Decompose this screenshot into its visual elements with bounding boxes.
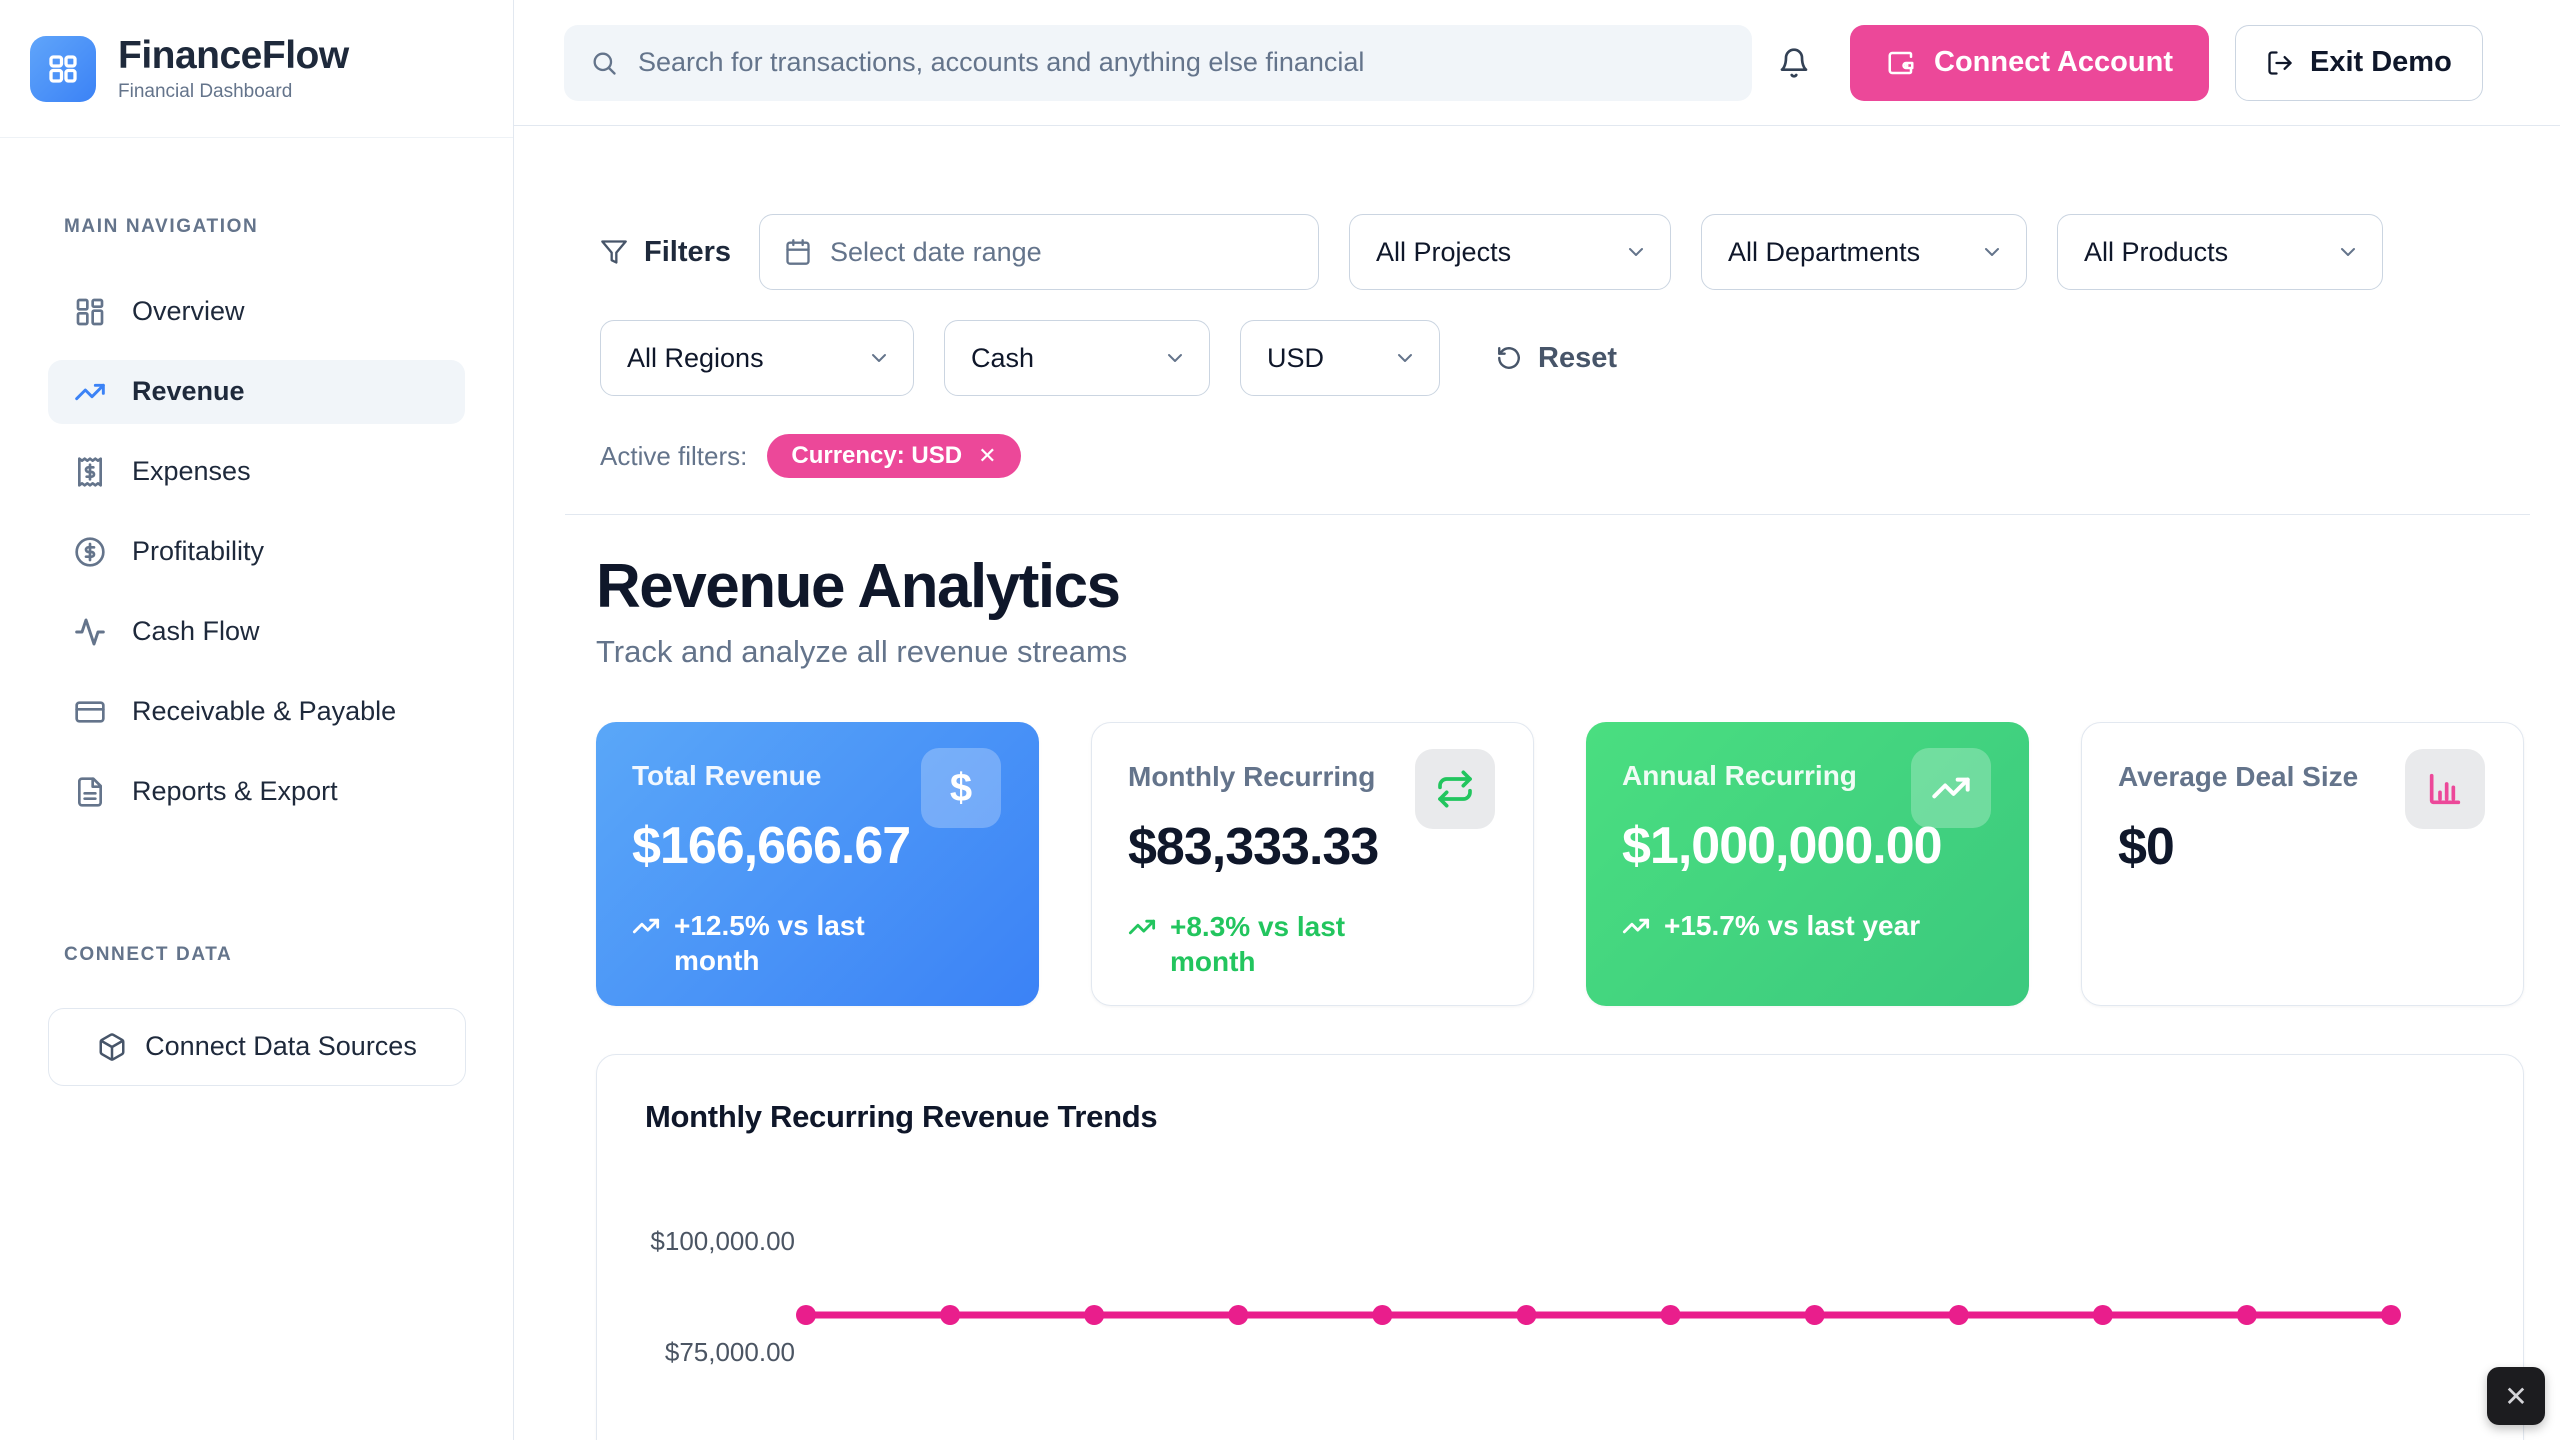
sidebar-item-overview[interactable]: Overview [48, 280, 465, 344]
page-subtitle: Track and analyze all revenue streams [596, 634, 2524, 670]
average-deal-size-card: Average Deal Size $0 [2081, 722, 2524, 1006]
main-content: Filters All Projects All Depar [514, 126, 2560, 1440]
metric-cards: Total Revenue $166,666.67 +12.5% vs last… [596, 722, 2524, 1006]
trending-up-icon [1911, 748, 1991, 828]
dashboard-grid-icon [74, 296, 106, 328]
sidebar-item-revenue[interactable]: Revenue [48, 360, 465, 424]
sidebar-item-label: Cash Flow [132, 616, 260, 647]
connect-data-section-label: CONNECT DATA [48, 944, 465, 966]
monthly-recurring-card: Monthly Recurring $83,333.33 +8.3% vs la… [1091, 722, 1534, 1006]
wallet-icon [1886, 48, 1916, 78]
close-overlay-button[interactable]: ✕ [2487, 1367, 2545, 1425]
close-icon: ✕ [2504, 1380, 2527, 1413]
sidebar-item-receivable-payable[interactable]: Receivable & Payable [48, 680, 465, 744]
bar-chart-icon [2405, 749, 2485, 829]
sidebar-nav: MAIN NAVIGATION Overview Revenu [0, 138, 513, 1086]
mrr-trends-chart-card: Monthly Recurring Revenue Trends $100,00… [596, 1054, 2524, 1440]
accounting-basis-select[interactable]: Cash [944, 320, 1210, 396]
bell-icon [1778, 47, 1810, 79]
currency-filter-chip[interactable]: Currency: USD ✕ [767, 434, 1020, 478]
search-input[interactable] [638, 47, 1726, 78]
chevron-down-icon [1980, 240, 2004, 264]
exit-demo-label: Exit Demo [2310, 46, 2452, 79]
brand-header: FinanceFlow Financial Dashboard [0, 0, 513, 138]
sidebar-item-cash-flow[interactable]: Cash Flow [48, 600, 465, 664]
connect-account-label: Connect Account [1934, 46, 2173, 79]
notifications-button[interactable] [1778, 47, 1810, 79]
card-delta: +15.7% vs last year [1622, 908, 1993, 943]
exit-demo-button[interactable]: Exit Demo [2235, 25, 2483, 101]
receipt-icon [74, 456, 106, 488]
chevron-down-icon [1393, 346, 1417, 370]
credit-card-icon [74, 696, 106, 728]
sidebar-item-label: Revenue [132, 376, 245, 407]
projects-select[interactable]: All Projects [1349, 214, 1671, 290]
repeat-icon [1415, 749, 1495, 829]
annual-recurring-card: Annual Recurring $1,000,000.00 +15.7% vs… [1586, 722, 2029, 1006]
connect-data-sources-button[interactable]: Connect Data Sources [48, 1008, 466, 1086]
dollar-icon: $ [921, 748, 1001, 828]
sidebar-item-label: Profitability [132, 536, 264, 567]
active-filters-label: Active filters: [600, 441, 747, 472]
chevron-down-icon [1163, 346, 1187, 370]
card-delta: +8.3% vs last month [1128, 909, 1408, 979]
departments-select[interactable]: All Departments [1701, 214, 2027, 290]
sidebar: FinanceFlow Financial Dashboard MAIN NAV… [0, 0, 514, 1440]
trending-up-icon [632, 912, 660, 940]
global-search[interactable] [564, 25, 1752, 101]
app-logo [30, 36, 96, 102]
sidebar-item-expenses[interactable]: Expenses [48, 440, 465, 504]
filter-funnel-icon [600, 238, 628, 266]
search-icon [590, 49, 618, 77]
activity-icon [74, 616, 106, 648]
chip-close-icon[interactable]: ✕ [978, 443, 996, 469]
chevron-down-icon [2336, 240, 2360, 264]
trending-up-icon [1622, 912, 1650, 940]
filters-section: Filters All Projects All Depar [565, 126, 2530, 515]
chevron-down-icon [867, 346, 891, 370]
dollar-circle-icon [74, 536, 106, 568]
log-out-icon [2266, 49, 2294, 77]
mrr-line-chart [645, 1163, 2477, 1440]
filters-label: Filters [600, 236, 731, 269]
date-range-input[interactable] [759, 214, 1319, 290]
products-select[interactable]: All Products [2057, 214, 2383, 290]
sidebar-item-profitability[interactable]: Profitability [48, 520, 465, 584]
sidebar-item-label: Receivable & Payable [132, 696, 396, 727]
package-box-icon [97, 1032, 127, 1062]
card-delta: +12.5% vs last month [632, 908, 912, 978]
file-text-icon [74, 776, 106, 808]
date-range-field[interactable] [830, 237, 1294, 268]
dashboard-logo-icon [45, 51, 81, 87]
chevron-down-icon [1624, 240, 1648, 264]
top-bar: Connect Account Exit Demo [514, 0, 2560, 126]
currency-select[interactable]: USD [1240, 320, 1440, 396]
nav-section-label: MAIN NAVIGATION [48, 216, 465, 238]
trending-up-icon [74, 376, 106, 408]
trending-up-icon [1128, 913, 1156, 941]
rotate-ccw-icon [1496, 345, 1522, 371]
sidebar-item-reports-export[interactable]: Reports & Export [48, 760, 465, 824]
connect-account-button[interactable]: Connect Account [1850, 25, 2209, 101]
calendar-icon [784, 238, 812, 266]
sidebar-item-label: Overview [132, 296, 245, 327]
app-root: FinanceFlow Financial Dashboard MAIN NAV… [0, 0, 2560, 1440]
sidebar-item-label: Expenses [132, 456, 251, 487]
page-header: Revenue Analytics Track and analyze all … [596, 551, 2524, 670]
reset-filters-button[interactable]: Reset [1496, 342, 1617, 375]
app-subtitle: Financial Dashboard [118, 81, 349, 103]
sidebar-item-label: Reports & Export [132, 776, 338, 807]
regions-select[interactable]: All Regions [600, 320, 914, 396]
total-revenue-card: Total Revenue $166,666.67 +12.5% vs last… [596, 722, 1039, 1006]
connect-data-sources-label: Connect Data Sources [145, 1031, 417, 1062]
page-title: Revenue Analytics [596, 551, 2524, 622]
chart-plot-area: $100,000.00$75,000.00$50,000.00 [645, 1163, 2475, 1440]
app-title: FinanceFlow [118, 36, 349, 77]
chart-title: Monthly Recurring Revenue Trends [645, 1099, 2475, 1135]
